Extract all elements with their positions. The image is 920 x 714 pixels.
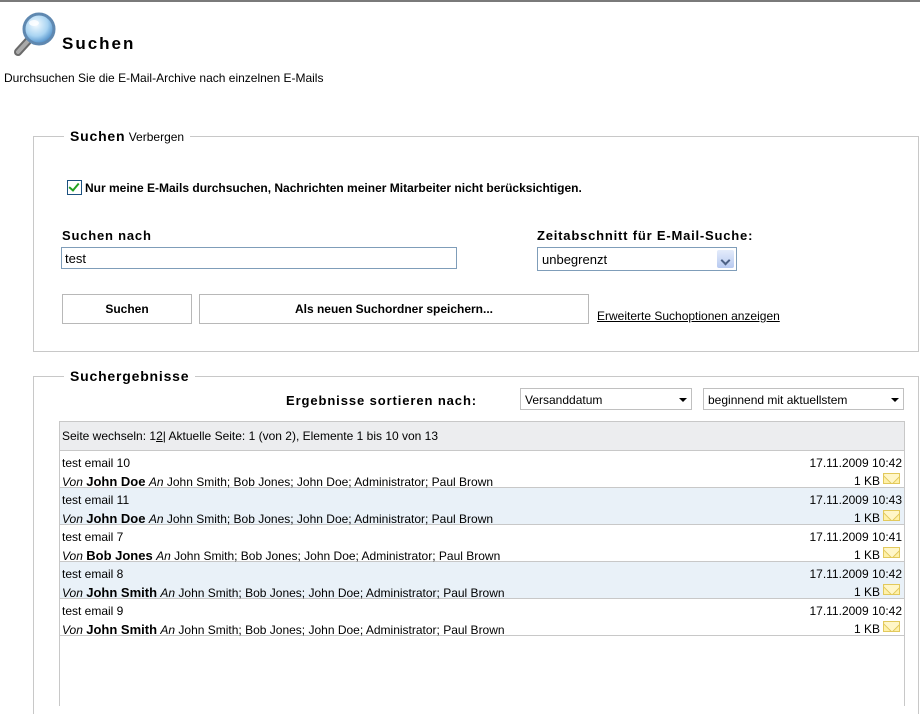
to-prefix: An (148, 475, 164, 489)
search-button[interactable]: Suchen (62, 294, 192, 324)
email-recipients: John Smith; Bob Jones; John Doe; Adminis… (178, 623, 505, 637)
email-subject[interactable]: test email 7 (62, 530, 123, 544)
envelope-icon (883, 584, 900, 595)
envelope-icon (883, 473, 900, 484)
top-border (0, 0, 920, 2)
email-date: 17.11.2009 10:42 (809, 567, 902, 581)
email-size: 1 KB (853, 511, 880, 525)
to-prefix: An (160, 623, 176, 637)
email-recipients: John Smith; Bob Jones; John Doe; Adminis… (166, 512, 494, 526)
email-sender: John Smith (86, 585, 158, 600)
save-search-folder-button[interactable]: Als neuen Suchordner speichern... (199, 294, 589, 324)
email-size: 1 KB (853, 622, 880, 636)
table-row[interactable]: test email 11 17.11.2009 10:43 Von John … (60, 488, 904, 526)
email-recipients: John Smith; Bob Jones; John Doe; Adminis… (178, 586, 505, 600)
envelope-icon (883, 621, 900, 632)
pager: Seite wechseln: 1 2 | Aktuelle Seite: 1 … (60, 422, 904, 451)
from-prefix: Von (62, 586, 83, 600)
email-date: 17.11.2009 10:43 (809, 493, 902, 507)
from-prefix: Von (62, 549, 83, 563)
table-row[interactable]: test email 10 17.11.2009 10:42 Von John … (60, 451, 904, 489)
period-label: Zeitabschnitt für E-Mail-Suche: (537, 228, 754, 243)
table-row[interactable]: test email 7 17.11.2009 10:41 Von Bob Jo… (60, 525, 904, 563)
from-prefix: Von (62, 623, 83, 637)
page-subtitle: Durchsuchen Sie die E-Mail-Archive nach … (4, 71, 324, 85)
email-date: 17.11.2009 10:42 (809, 604, 902, 618)
email-size: 1 KB (853, 548, 880, 562)
email-recipients: John Smith; Bob Jones; John Doe; Adminis… (174, 549, 501, 563)
to-prefix: An (148, 512, 164, 526)
email-subject[interactable]: test email 10 (62, 456, 130, 470)
email-subject[interactable]: test email 11 (62, 493, 129, 507)
envelope-icon (883, 547, 900, 558)
table-row[interactable]: test email 9 17.11.2009 10:42 Von John S… (60, 599, 904, 637)
sort-order-select[interactable]: beginnend mit aktuellstem (703, 388, 904, 410)
page-2-link[interactable]: 2 (156, 429, 163, 443)
from-prefix: Von (62, 475, 83, 489)
own-emails-checkbox[interactable] (67, 180, 82, 195)
envelope-icon (883, 510, 900, 521)
sort-by-value: Versanddatum (525, 393, 603, 407)
period-select-value: unbegrenzt (542, 252, 608, 267)
pager-prefix: Seite wechseln: 1 (62, 429, 157, 443)
email-sender: John Smith (86, 622, 158, 637)
search-input[interactable] (61, 247, 457, 269)
own-emails-only-option[interactable]: Nur meine E-Mails durchsuchen, Nachricht… (67, 180, 582, 195)
email-date: 17.11.2009 10:41 (809, 530, 902, 544)
email-sender: John Doe (86, 511, 146, 526)
email-size: 1 KB (853, 474, 880, 488)
email-sender: John Doe (86, 474, 146, 489)
sort-label: Ergebnisse sortieren nach: (286, 393, 478, 408)
pager-status: | Aktuelle Seite: 1 (von 2), Elemente 1 … (162, 429, 439, 443)
email-sender: Bob Jones (86, 548, 153, 563)
page-header: Suchen (8, 8, 908, 60)
to-prefix: An (156, 549, 171, 563)
results-panel-title: Suchergebnisse (70, 368, 190, 384)
page-title: Suchen (62, 34, 136, 53)
results-panel-legend: Suchergebnisse (64, 368, 195, 384)
hide-toggle-link[interactable]: Verbergen (129, 130, 184, 144)
search-term-label: Suchen nach (62, 228, 152, 243)
from-prefix: Von (62, 512, 83, 526)
email-participants: Von John Smith An John Smith; Bob Jones;… (62, 622, 505, 637)
email-participants: Von Bob Jones An John Smith; Bob Jones; … (62, 548, 500, 563)
magnifier-icon (14, 12, 56, 56)
results-list: Seite wechseln: 1 2 | Aktuelle Seite: 1 … (59, 421, 905, 706)
email-subject[interactable]: test email 8 (62, 567, 123, 581)
email-date: 17.11.2009 10:42 (809, 456, 902, 470)
email-subject[interactable]: test email 9 (62, 604, 123, 618)
table-row[interactable]: test email 8 17.11.2009 10:42 Von John S… (60, 562, 904, 600)
dropdown-arrow-icon[interactable] (679, 398, 687, 402)
advanced-options-link[interactable]: Erweiterte Suchoptionen anzeigen (597, 309, 780, 323)
email-participants: Von John Smith An John Smith; Bob Jones;… (62, 585, 505, 600)
own-emails-checkbox-label[interactable]: Nur meine E-Mails durchsuchen, Nachricht… (85, 181, 582, 195)
search-panel-legend: Suchen Verbergen (64, 128, 190, 144)
period-select[interactable]: unbegrenzt (537, 247, 737, 271)
dropdown-arrow-icon[interactable] (891, 398, 899, 402)
email-participants: Von John Doe An John Smith; Bob Jones; J… (62, 511, 493, 526)
to-prefix: An (160, 586, 176, 600)
sort-by-select[interactable]: Versanddatum (520, 388, 692, 410)
email-size: 1 KB (853, 585, 880, 599)
sort-order-value: beginnend mit aktuellstem (708, 393, 848, 407)
search-panel-title: Suchen (70, 128, 126, 144)
chevron-down-icon[interactable] (717, 250, 734, 268)
email-participants: Von John Doe An John Smith; Bob Jones; J… (62, 474, 493, 489)
email-recipients: John Smith; Bob Jones; John Doe; Adminis… (166, 475, 494, 489)
